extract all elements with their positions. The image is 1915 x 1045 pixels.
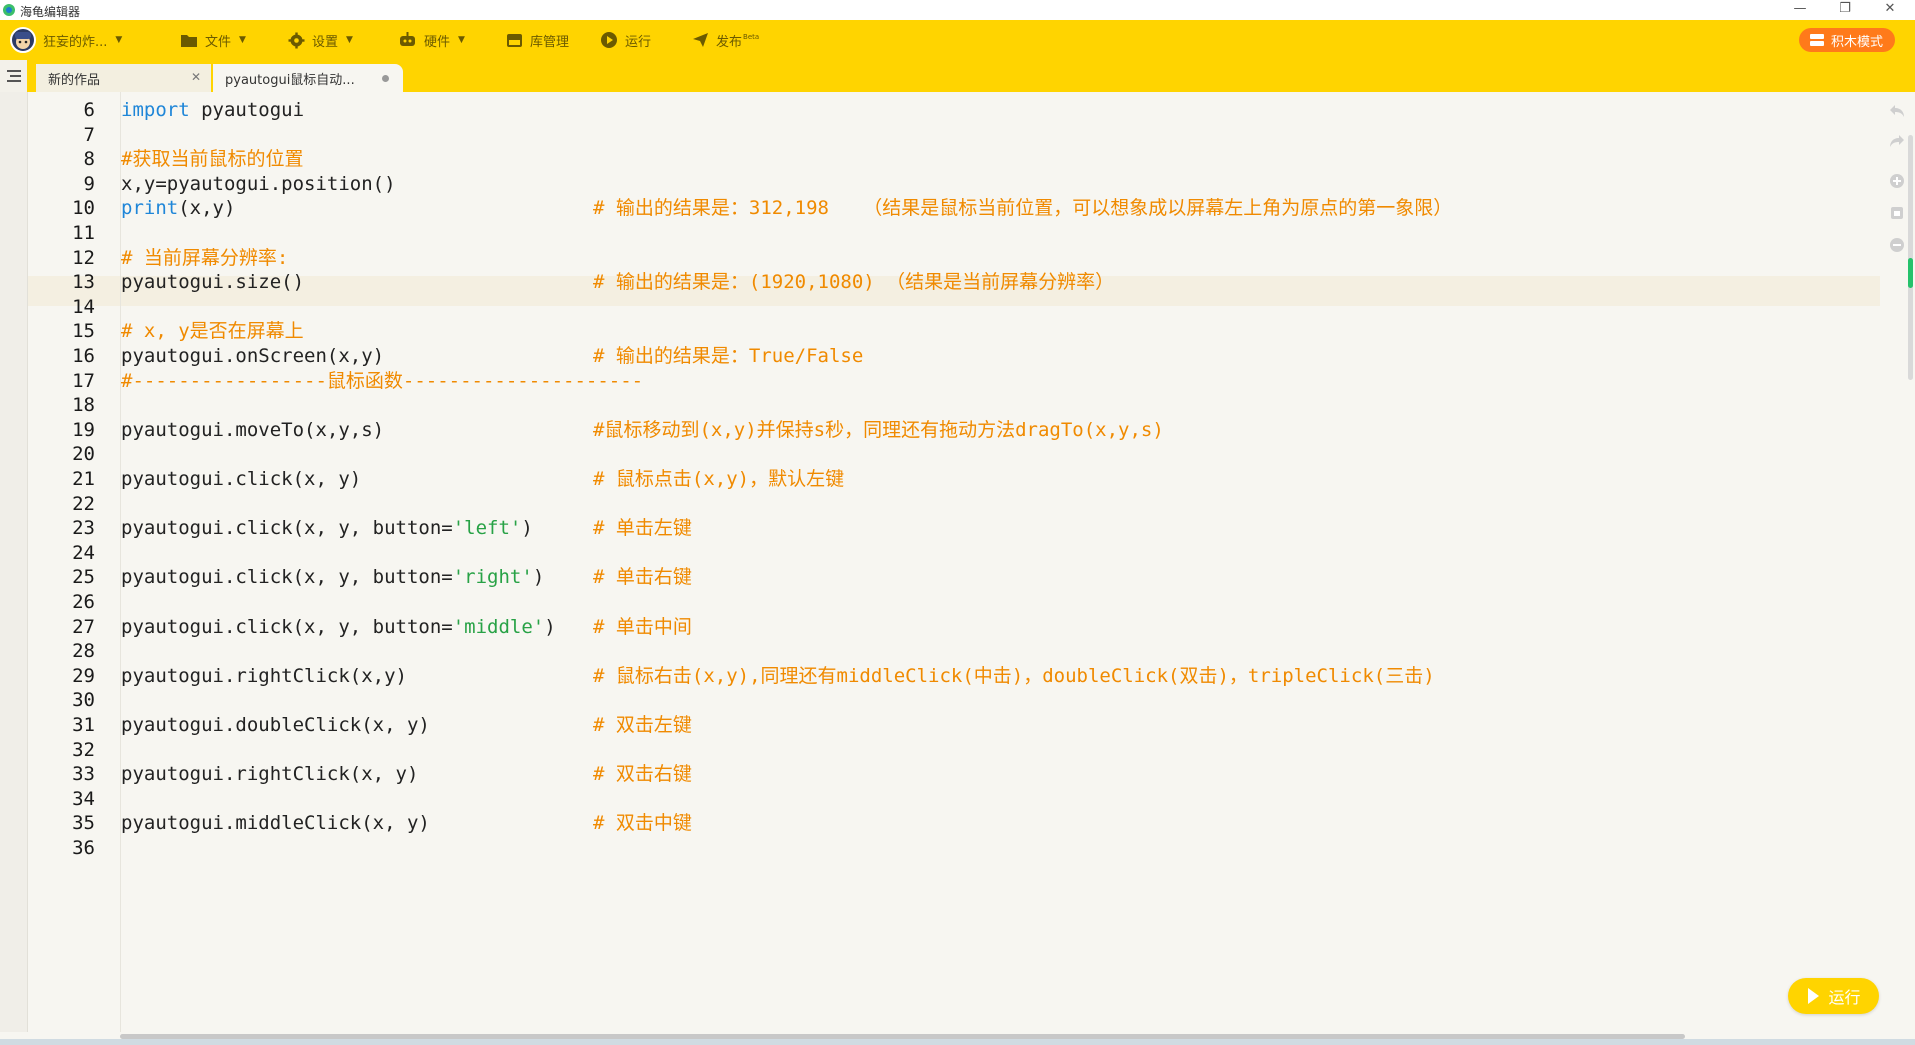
code-token: pyautogui.click(x, y, button= <box>121 517 453 540</box>
comment-token: #-----------------鼠标函数------------------… <box>121 369 644 392</box>
sidebar-toggle-button[interactable] <box>0 60 27 92</box>
user-menu[interactable]: 狂妄的炸... ▼ <box>10 20 122 60</box>
reset-zoom-icon[interactable] <box>1888 204 1906 222</box>
menu-hardware[interactable]: 硬件 ▼ <box>398 20 465 60</box>
tab-new-work[interactable]: 新的作品 ✕ <box>36 64 211 92</box>
folder-icon <box>181 34 197 47</box>
menu-library[interactable]: 库管理 <box>506 20 569 60</box>
zoom-out-icon[interactable] <box>1888 236 1906 254</box>
menu-settings-label: 设置 <box>312 34 339 50</box>
gear-icon <box>288 32 305 48</box>
close-icon[interactable]: ✕ <box>191 70 201 84</box>
menu-file-label: 文件 <box>205 34 232 50</box>
tab-label: pyautogui鼠标自动... <box>225 72 355 88</box>
play-icon <box>1808 988 1820 1004</box>
minimize-button[interactable]: — <box>1780 0 1820 20</box>
chevron-down-icon: ▼ <box>115 35 123 45</box>
library-icon <box>507 33 522 47</box>
scroll-position-marker <box>1908 258 1913 288</box>
comment-token: # 当前屏幕分辨率: <box>121 246 289 269</box>
code-token: pyautogui <box>189 99 305 121</box>
keyword-token: import <box>121 99 190 121</box>
tab-pyautogui[interactable]: pyautogui鼠标自动... <box>213 64 403 92</box>
left-gutter <box>0 92 28 1032</box>
undo-icon[interactable] <box>1888 102 1906 120</box>
close-window-button[interactable]: ✕ <box>1870 0 1910 20</box>
code-token: ) <box>544 615 556 638</box>
chevron-down-icon: ▼ <box>346 35 353 45</box>
send-icon <box>693 33 708 47</box>
string-token: 'left' <box>452 517 522 540</box>
code-token: ) <box>532 566 545 589</box>
string-token: 'middle' <box>452 615 545 638</box>
chevron-down-icon: ▼ <box>239 35 246 45</box>
keyword-token: print <box>121 197 179 220</box>
turtle-logo-icon <box>3 4 15 16</box>
restore-button[interactable]: ❐ <box>1825 0 1865 20</box>
chevron-down-icon: ▼ <box>458 35 465 45</box>
code-editor[interactable]: 6 import pyautogui 7 8 #获取当前鼠标的位置 9 x,y=pyauto… <box>28 92 1896 1032</box>
menu-settings[interactable]: 设置 ▼ <box>288 20 353 60</box>
title-bar: 海龟编辑器 — ❐ ✕ <box>0 0 1915 20</box>
menu-library-label: 库管理 <box>530 34 570 50</box>
code-token: (x,y) <box>178 197 236 220</box>
menu-run[interactable]: 运行 <box>600 20 651 60</box>
window-title: 海龟编辑器 <box>20 5 81 19</box>
hamburger-icon <box>6 70 21 82</box>
status-strip <box>0 1039 1915 1045</box>
beta-badge: Beta <box>743 33 760 41</box>
comment-token: #获取当前鼠标的位置 <box>121 148 304 171</box>
menu-file[interactable]: 文件 ▼ <box>180 20 246 60</box>
unsaved-dot-icon[interactable] <box>382 75 389 82</box>
run-button-label: 运行 <box>1828 988 1861 1007</box>
block-mode-label: 积木模式 <box>1830 34 1883 50</box>
blocks-icon <box>1809 34 1824 46</box>
play-icon <box>601 32 617 48</box>
string-token: 'right' <box>452 566 533 589</box>
comment-token: # x, y是否在屏幕上 <box>121 320 304 343</box>
menu-publish-label: 发布 <box>716 34 743 50</box>
user-name: 狂妄的炸... <box>43 34 108 50</box>
menu-run-label: 运行 <box>625 34 652 50</box>
menu-publish[interactable]: 发布 Beta <box>692 20 759 60</box>
zoom-in-icon[interactable] <box>1888 172 1906 190</box>
menu-hardware-label: 硬件 <box>424 34 451 50</box>
tab-bar: 新的作品 ✕ pyautogui鼠标自动... <box>0 60 1915 92</box>
code-line[interactable]: 36 <box>28 833 1896 863</box>
avatar <box>10 27 36 53</box>
block-mode-button[interactable]: 积木模式 <box>1798 28 1895 52</box>
code-token: pyautogui.click(x, y, button= <box>121 566 453 589</box>
code-token: pyautogui.click(x, y, button= <box>121 615 453 638</box>
robot-icon <box>400 32 415 46</box>
code-token: ) <box>521 517 533 540</box>
menu-bar: 狂妄的炸... ▼ 文件 ▼ 设置 ▼ 硬件 ▼ 库管理 运行 发布 Beta … <box>0 20 1915 60</box>
run-button[interactable]: 运行 <box>1788 978 1879 1014</box>
redo-icon[interactable] <box>1888 132 1906 150</box>
line-number: 36 <box>72 837 95 859</box>
tab-label: 新的作品 <box>48 72 101 88</box>
